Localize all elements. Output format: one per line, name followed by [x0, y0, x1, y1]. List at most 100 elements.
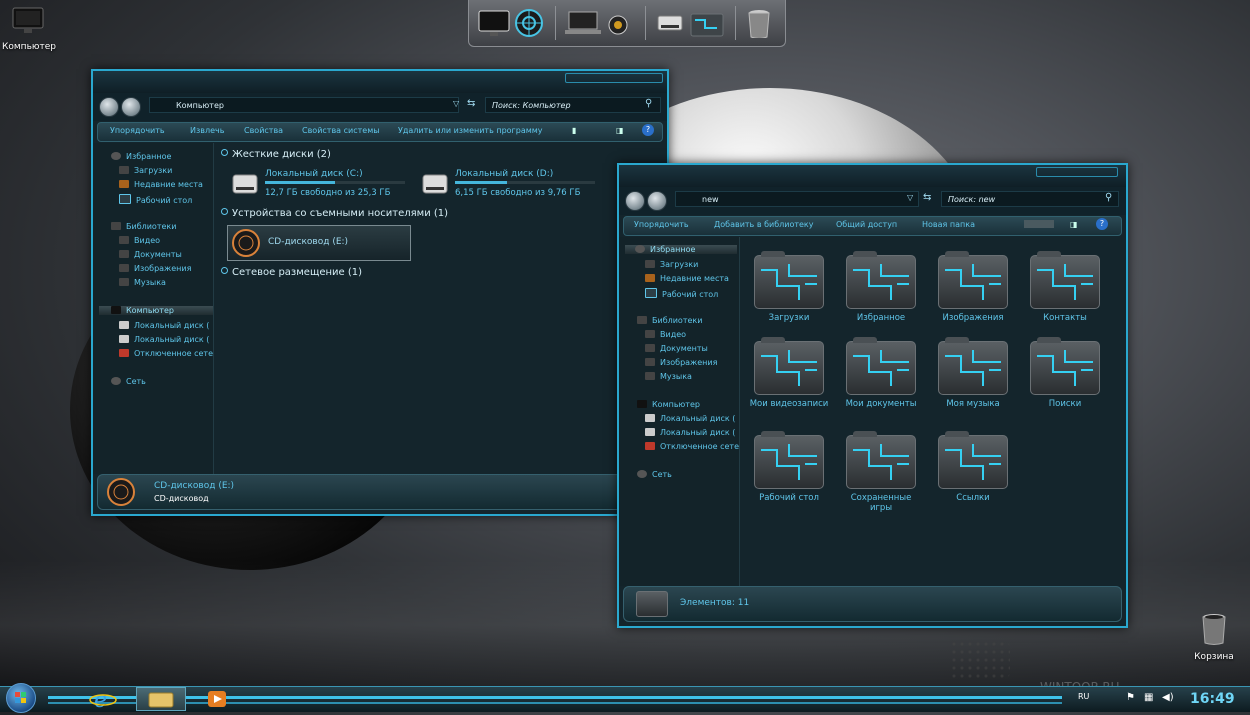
drive-c[interactable]: Локальный диск (C:) 12,7 ГБ свободно из …	[231, 169, 411, 203]
nav-local-disk-d[interactable]: Локальный диск (	[645, 428, 735, 437]
folder-desktop[interactable]: Рабочий стол	[749, 431, 829, 503]
folder-links[interactable]: Ссылки	[933, 431, 1013, 503]
nav-network-drive[interactable]: Отключенное сете	[119, 349, 213, 358]
nav-computer[interactable]: Компьютер	[637, 400, 700, 409]
group-network[interactable]: Сетевое размещение (1)	[221, 267, 362, 278]
nav-recent-places[interactable]: Недавние места	[645, 274, 729, 283]
nav-network[interactable]: Сеть	[637, 470, 672, 479]
taskbar-explorer-button[interactable]	[136, 687, 186, 711]
taskbar-media-player-button[interactable]	[206, 689, 230, 709]
nav-downloads[interactable]: Загрузки	[119, 166, 172, 175]
refresh-icon[interactable]: ⇆	[467, 98, 475, 109]
eject-button[interactable]: Извлечь	[190, 126, 224, 135]
nav-music[interactable]: Музыка	[645, 372, 692, 381]
folder-saved-games[interactable]: Сохраненные игры	[841, 431, 921, 513]
dock-trash-icon[interactable]	[745, 8, 773, 38]
uninstall-program-button[interactable]: Удалить или изменить программу	[398, 126, 543, 135]
search-icon[interactable]: ⚲	[645, 98, 652, 109]
star-icon	[111, 152, 121, 160]
nav-desktop[interactable]: Рабочий стол	[119, 194, 192, 205]
address-dropdown-icon[interactable]: ▽	[453, 99, 459, 108]
refresh-icon[interactable]: ⇆	[923, 192, 931, 203]
back-button[interactable]	[99, 97, 119, 117]
nav-local-disk-d[interactable]: Локальный диск (	[119, 335, 209, 344]
search-input[interactable]: Поиск: new	[941, 191, 1119, 207]
nav-downloads[interactable]: Загрузки	[645, 260, 698, 269]
nav-libraries[interactable]: Библиотеки	[637, 316, 702, 325]
caption-buttons[interactable]	[1036, 167, 1118, 177]
action-center-flag-icon[interactable]: ⚑	[1126, 692, 1135, 703]
system-properties-button[interactable]: Свойства системы	[302, 126, 380, 135]
nav-network[interactable]: Сеть	[111, 377, 146, 386]
search-icon[interactable]: ⚲	[1105, 192, 1112, 203]
nav-network-drive[interactable]: Отключенное сете	[645, 442, 739, 451]
nav-favorites[interactable]: Избранное	[111, 152, 171, 161]
share-button[interactable]: Общий доступ	[836, 220, 897, 229]
dock-folder-icon[interactable]	[689, 8, 725, 38]
folder-my-documents[interactable]: Мои документы	[841, 337, 921, 409]
nav-computer[interactable]: Компьютер	[99, 306, 213, 315]
dock-drive-icon[interactable]	[655, 8, 685, 38]
forward-button[interactable]	[647, 191, 667, 211]
folder-pictures[interactable]: Изображения	[933, 251, 1013, 323]
new-folder-button[interactable]: Новая папка	[922, 220, 975, 229]
views-icon[interactable]: ▮	[572, 126, 576, 135]
desktop-recycle-bin[interactable]: Корзина	[1190, 612, 1238, 662]
nav-favorites[interactable]: Избранное	[625, 245, 737, 254]
address-bar[interactable]: new	[675, 191, 919, 207]
nav-recent-places[interactable]: Недавние места	[119, 180, 203, 189]
drive-d[interactable]: Локальный диск (D:) 6,15 ГБ свободно из …	[421, 169, 601, 203]
folder-my-videos[interactable]: Мои видеозаписи	[749, 337, 829, 409]
group-hard-drives[interactable]: Жесткие диски (2)	[221, 149, 331, 160]
folder-my-music[interactable]: Моя музыка	[933, 337, 1013, 409]
folder-searches[interactable]: Поиски	[1025, 337, 1105, 409]
explorer-window-new[interactable]: new ▽ ⇆ Поиск: new ⚲ Упорядочить Добавит…	[617, 163, 1128, 628]
cd-drive-item[interactable]: CD-дисковод (E:)	[227, 225, 411, 261]
folder-contacts[interactable]: Контакты	[1025, 251, 1105, 323]
dock-monitor-icon[interactable]	[477, 8, 511, 38]
add-to-library-button[interactable]: Добавить в библиотеку	[714, 220, 814, 229]
window-titlebar[interactable]	[619, 165, 1126, 187]
nav-video[interactable]: Видео	[119, 236, 160, 245]
nav-desktop[interactable]: Рабочий стол	[645, 288, 718, 299]
nav-video[interactable]: Видео	[645, 330, 686, 339]
dock-camera-icon[interactable]	[603, 8, 633, 38]
nav-local-disk-c[interactable]: Локальный диск (	[119, 321, 209, 330]
organize-button[interactable]: Упорядочить	[110, 126, 165, 135]
help-icon[interactable]: ?	[642, 124, 654, 136]
address-bar[interactable]: Компьютер	[149, 97, 459, 113]
taskbar-ie-button[interactable]: e	[88, 687, 122, 713]
organize-button[interactable]: Упорядочить	[634, 220, 689, 229]
volume-icon[interactable]: ◀)	[1162, 692, 1174, 703]
nav-documents[interactable]: Документы	[119, 250, 182, 259]
dock-globe-icon[interactable]	[513, 8, 545, 38]
properties-button[interactable]: Свойства	[244, 126, 283, 135]
caption-buttons[interactable]	[565, 73, 663, 83]
forward-button[interactable]	[121, 97, 141, 117]
window-titlebar[interactable]	[93, 71, 667, 93]
back-button[interactable]	[625, 191, 645, 211]
language-indicator[interactable]: RU	[1078, 692, 1089, 701]
help-icon[interactable]: ?	[1096, 218, 1108, 230]
nav-pictures[interactable]: Изображения	[119, 264, 191, 273]
dock-laptop-icon[interactable]	[565, 8, 601, 38]
folder-downloads[interactable]: Загрузки	[749, 251, 829, 323]
nav-pictures[interactable]: Изображения	[645, 358, 717, 367]
group-removable[interactable]: Устройства со съемными носителями (1)	[221, 208, 448, 219]
nav-music[interactable]: Музыка	[119, 278, 166, 287]
network-tray-icon[interactable]: ▦	[1144, 692, 1153, 703]
clock[interactable]: 16:49	[1190, 691, 1235, 707]
search-input[interactable]: Поиск: Компьютер	[485, 97, 661, 113]
nav-local-disk-c[interactable]: Локальный диск (	[645, 414, 735, 423]
folder-favorites[interactable]: Избранное	[841, 251, 921, 323]
preview-pane-icon[interactable]: ◨	[1070, 220, 1078, 229]
views-icon[interactable]	[1024, 220, 1054, 228]
nav-libraries[interactable]: Библиотеки	[111, 222, 176, 231]
folder-icon	[938, 251, 1008, 309]
start-button[interactable]	[6, 683, 36, 713]
desktop-computer-icon[interactable]: Компьютер	[2, 6, 56, 52]
address-dropdown-icon[interactable]: ▽	[907, 193, 913, 202]
preview-pane-icon[interactable]: ◨	[616, 126, 624, 135]
nav-documents[interactable]: Документы	[645, 344, 708, 353]
explorer-window-computer[interactable]: Компьютер ▽ ⇆ Поиск: Компьютер ⚲ Упорядо…	[91, 69, 669, 516]
